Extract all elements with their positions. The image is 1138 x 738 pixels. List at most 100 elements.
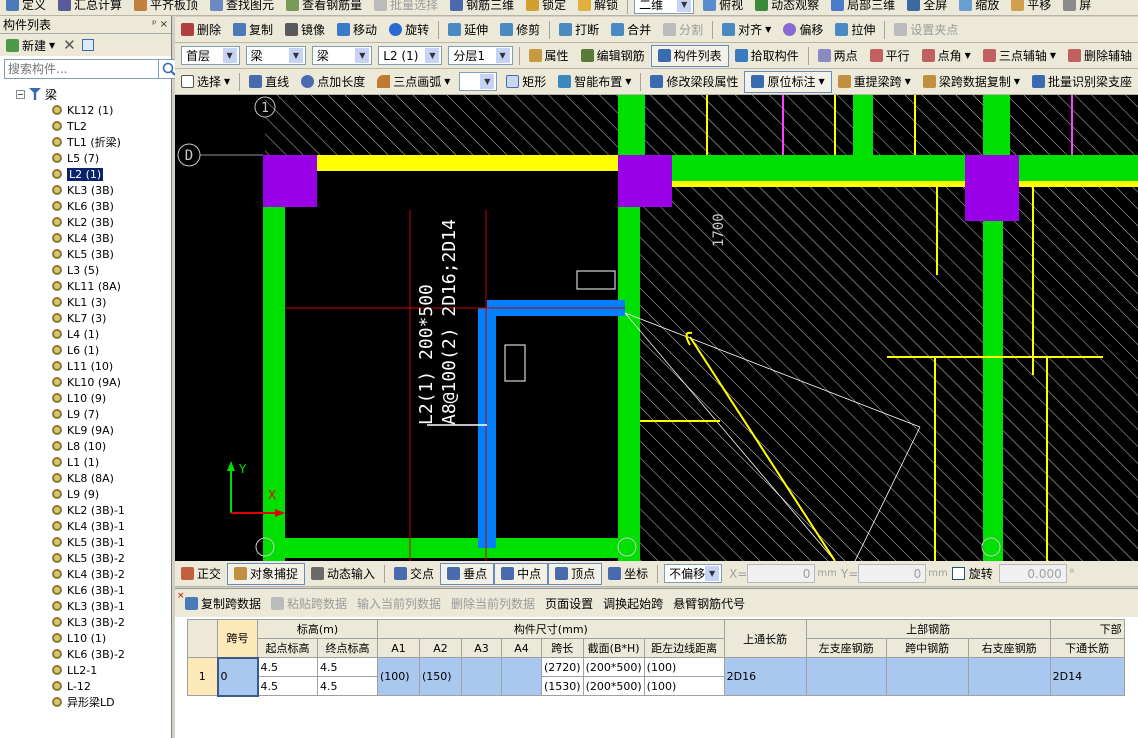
- list-item[interactable]: L5 (7): [0, 150, 171, 166]
- collapse-icon[interactable]: −: [16, 89, 25, 99]
- point-length-button[interactable]: 点加长度: [295, 71, 371, 93]
- in-situ-label-button[interactable]: 原位标注 ▼: [744, 70, 832, 93]
- list-item[interactable]: KL4 (3B)-1: [0, 518, 171, 534]
- cell-span-len-1[interactable]: (2720): [541, 657, 584, 677]
- rotate-checkbox[interactable]: [951, 567, 965, 580]
- list-item[interactable]: 异形梁LD: [0, 694, 171, 710]
- copy-span-button[interactable]: 复制跨数据: [181, 592, 265, 614]
- local-3d-button[interactable]: 局部三维: [825, 0, 901, 15]
- list-item[interactable]: L9 (9): [0, 486, 171, 502]
- list-item[interactable]: L2 (1): [0, 166, 171, 182]
- cell-span-no[interactable]: 0: [216, 656, 259, 697]
- view-rebar-button[interactable]: 查看钢筋量: [280, 0, 368, 15]
- cell-span-len-2[interactable]: (1530): [541, 676, 584, 696]
- fullscreen-button[interactable]: 全屏: [901, 0, 953, 15]
- tree-root-beam[interactable]: − 梁: [0, 86, 171, 102]
- batch-select-button[interactable]: 批量选择: [368, 0, 444, 15]
- re-extract-span-button[interactable]: 重提梁跨 ▼: [832, 71, 917, 93]
- dynamic-input-toggle[interactable]: 动态输入: [305, 563, 381, 585]
- cell-edge-2[interactable]: (100): [643, 676, 725, 696]
- list-item[interactable]: KL3 (3B)-1: [0, 598, 171, 614]
- delete-button[interactable]: 删除: [175, 19, 227, 41]
- intersection-snap[interactable]: 交点: [388, 563, 440, 585]
- calc-button[interactable]: 汇总计算: [52, 0, 128, 15]
- parallel-button[interactable]: 平行: [864, 45, 916, 67]
- list-item[interactable]: KL3 (3B)-2: [0, 614, 171, 630]
- layer-select[interactable]: 分层1 ▼: [448, 46, 513, 65]
- list-item[interactable]: KL6 (3B)-2: [0, 646, 171, 662]
- x-input[interactable]: 0: [747, 564, 816, 583]
- cell-a2[interactable]: (150): [419, 657, 462, 696]
- list-item[interactable]: L8 (10): [0, 438, 171, 454]
- cell-right-support[interactable]: [967, 657, 1051, 696]
- list-item[interactable]: KL10 (9A): [0, 374, 171, 390]
- delete-icon[interactable]: ✕: [63, 36, 76, 54]
- move-button[interactable]: 移动: [331, 19, 383, 41]
- delete-axis-button[interactable]: 删除辅轴: [1062, 45, 1138, 67]
- cell-edge-1[interactable]: (100): [643, 657, 725, 677]
- perpendicular-snap[interactable]: 垂点: [440, 562, 495, 585]
- find-element-button[interactable]: 查找图元: [204, 0, 280, 15]
- list-item[interactable]: L3 (5): [0, 262, 171, 278]
- input-column-button[interactable]: 输入当前列数据: [353, 592, 445, 614]
- align-top-button[interactable]: 平齐板顶: [128, 0, 204, 15]
- mirror-button[interactable]: 镜像: [279, 19, 331, 41]
- panel-pin-close[interactable]: ᵖ ×: [152, 19, 171, 30]
- list-item[interactable]: KL11 (8A): [0, 278, 171, 294]
- three-point-arc-button[interactable]: 三点画弧 ▼: [371, 71, 456, 93]
- batch-identify-button[interactable]: 批量识别梁支座: [1026, 71, 1138, 93]
- list-item[interactable]: L9 (7): [0, 406, 171, 422]
- rectangle-button[interactable]: 矩形: [500, 71, 552, 93]
- component-select[interactable]: L2 (1) ▼: [378, 46, 443, 65]
- zoom-button[interactable]: 缩放: [953, 0, 1005, 15]
- arc-mode-select[interactable]: ▼: [459, 72, 498, 91]
- list-item[interactable]: KL5 (3B): [0, 246, 171, 262]
- ortho-toggle[interactable]: 正交: [175, 563, 227, 585]
- three-point-axis-button[interactable]: 三点辅轴 ▼: [977, 45, 1062, 67]
- drawing-canvas[interactable]: D 1 L2(1) 200*500 A8@100(2) 2D16;2D14 17…: [175, 95, 1138, 561]
- list-item[interactable]: KL12 (1): [0, 102, 171, 118]
- midpoint-snap[interactable]: 中点: [494, 562, 549, 585]
- cell-left-support[interactable]: [805, 657, 887, 696]
- cell-start-elev-2[interactable]: 4.5: [257, 676, 318, 696]
- cell-section-2[interactable]: (200*500): [582, 676, 645, 696]
- cell-end-elev-1[interactable]: 4.5: [317, 657, 378, 677]
- swap-start-span-button[interactable]: 调换起始跨: [599, 592, 667, 614]
- copy-button[interactable]: 复制: [227, 19, 279, 41]
- copy-icon[interactable]: [81, 39, 94, 51]
- list-item[interactable]: KL1 (3): [0, 294, 171, 310]
- coordinate-snap[interactable]: 坐标: [602, 563, 654, 585]
- list-item[interactable]: KL2 (3B)-1: [0, 502, 171, 518]
- cell-end-elev-2[interactable]: 4.5: [317, 676, 378, 696]
- list-item[interactable]: KL2 (3B): [0, 214, 171, 230]
- list-item[interactable]: TL1 (折梁): [0, 134, 171, 150]
- list-item[interactable]: KL3 (3B): [0, 182, 171, 198]
- component-list-button[interactable]: 构件列表: [650, 44, 729, 67]
- lock-button[interactable]: 锁定: [520, 0, 572, 15]
- cell-bottom-through[interactable]: 2D14: [1049, 657, 1125, 696]
- list-item[interactable]: KL5 (3B)-1: [0, 534, 171, 550]
- rotate-input[interactable]: 0.000: [998, 564, 1067, 583]
- cell-top-through[interactable]: 2D16: [723, 657, 807, 696]
- list-item[interactable]: L11 (10): [0, 358, 171, 374]
- cell-a3[interactable]: [461, 657, 502, 696]
- offset-select[interactable]: 不偏移 ▼: [664, 564, 723, 583]
- rebar-3d-button[interactable]: 钢筋三维: [444, 0, 520, 15]
- type-select[interactable]: 梁 ▼: [311, 46, 373, 65]
- view-mode-select[interactable]: 二维 ▼: [634, 0, 695, 14]
- delete-column-button[interactable]: 删除当前列数据: [447, 592, 539, 614]
- paste-span-button[interactable]: 粘贴跨数据: [267, 592, 351, 614]
- cell-a4[interactable]: [501, 657, 542, 696]
- y-input[interactable]: 0: [858, 564, 927, 583]
- copy-span-data-button[interactable]: 梁跨数据复制 ▼: [917, 71, 1026, 93]
- rotate-button[interactable]: 旋转: [383, 19, 435, 41]
- top-view-button[interactable]: 俯视: [697, 0, 749, 15]
- modify-span-button[interactable]: 修改梁段属性: [644, 71, 744, 93]
- extend-button[interactable]: 延伸: [442, 19, 494, 41]
- list-item[interactable]: KL8 (8A): [0, 470, 171, 486]
- break-button[interactable]: 打断: [553, 19, 605, 41]
- select-button[interactable]: 选择 ▼: [175, 71, 236, 93]
- line-button[interactable]: 直线: [243, 71, 295, 93]
- split-button[interactable]: 分割: [657, 19, 709, 41]
- set-grip-button[interactable]: 设置夹点: [888, 19, 964, 41]
